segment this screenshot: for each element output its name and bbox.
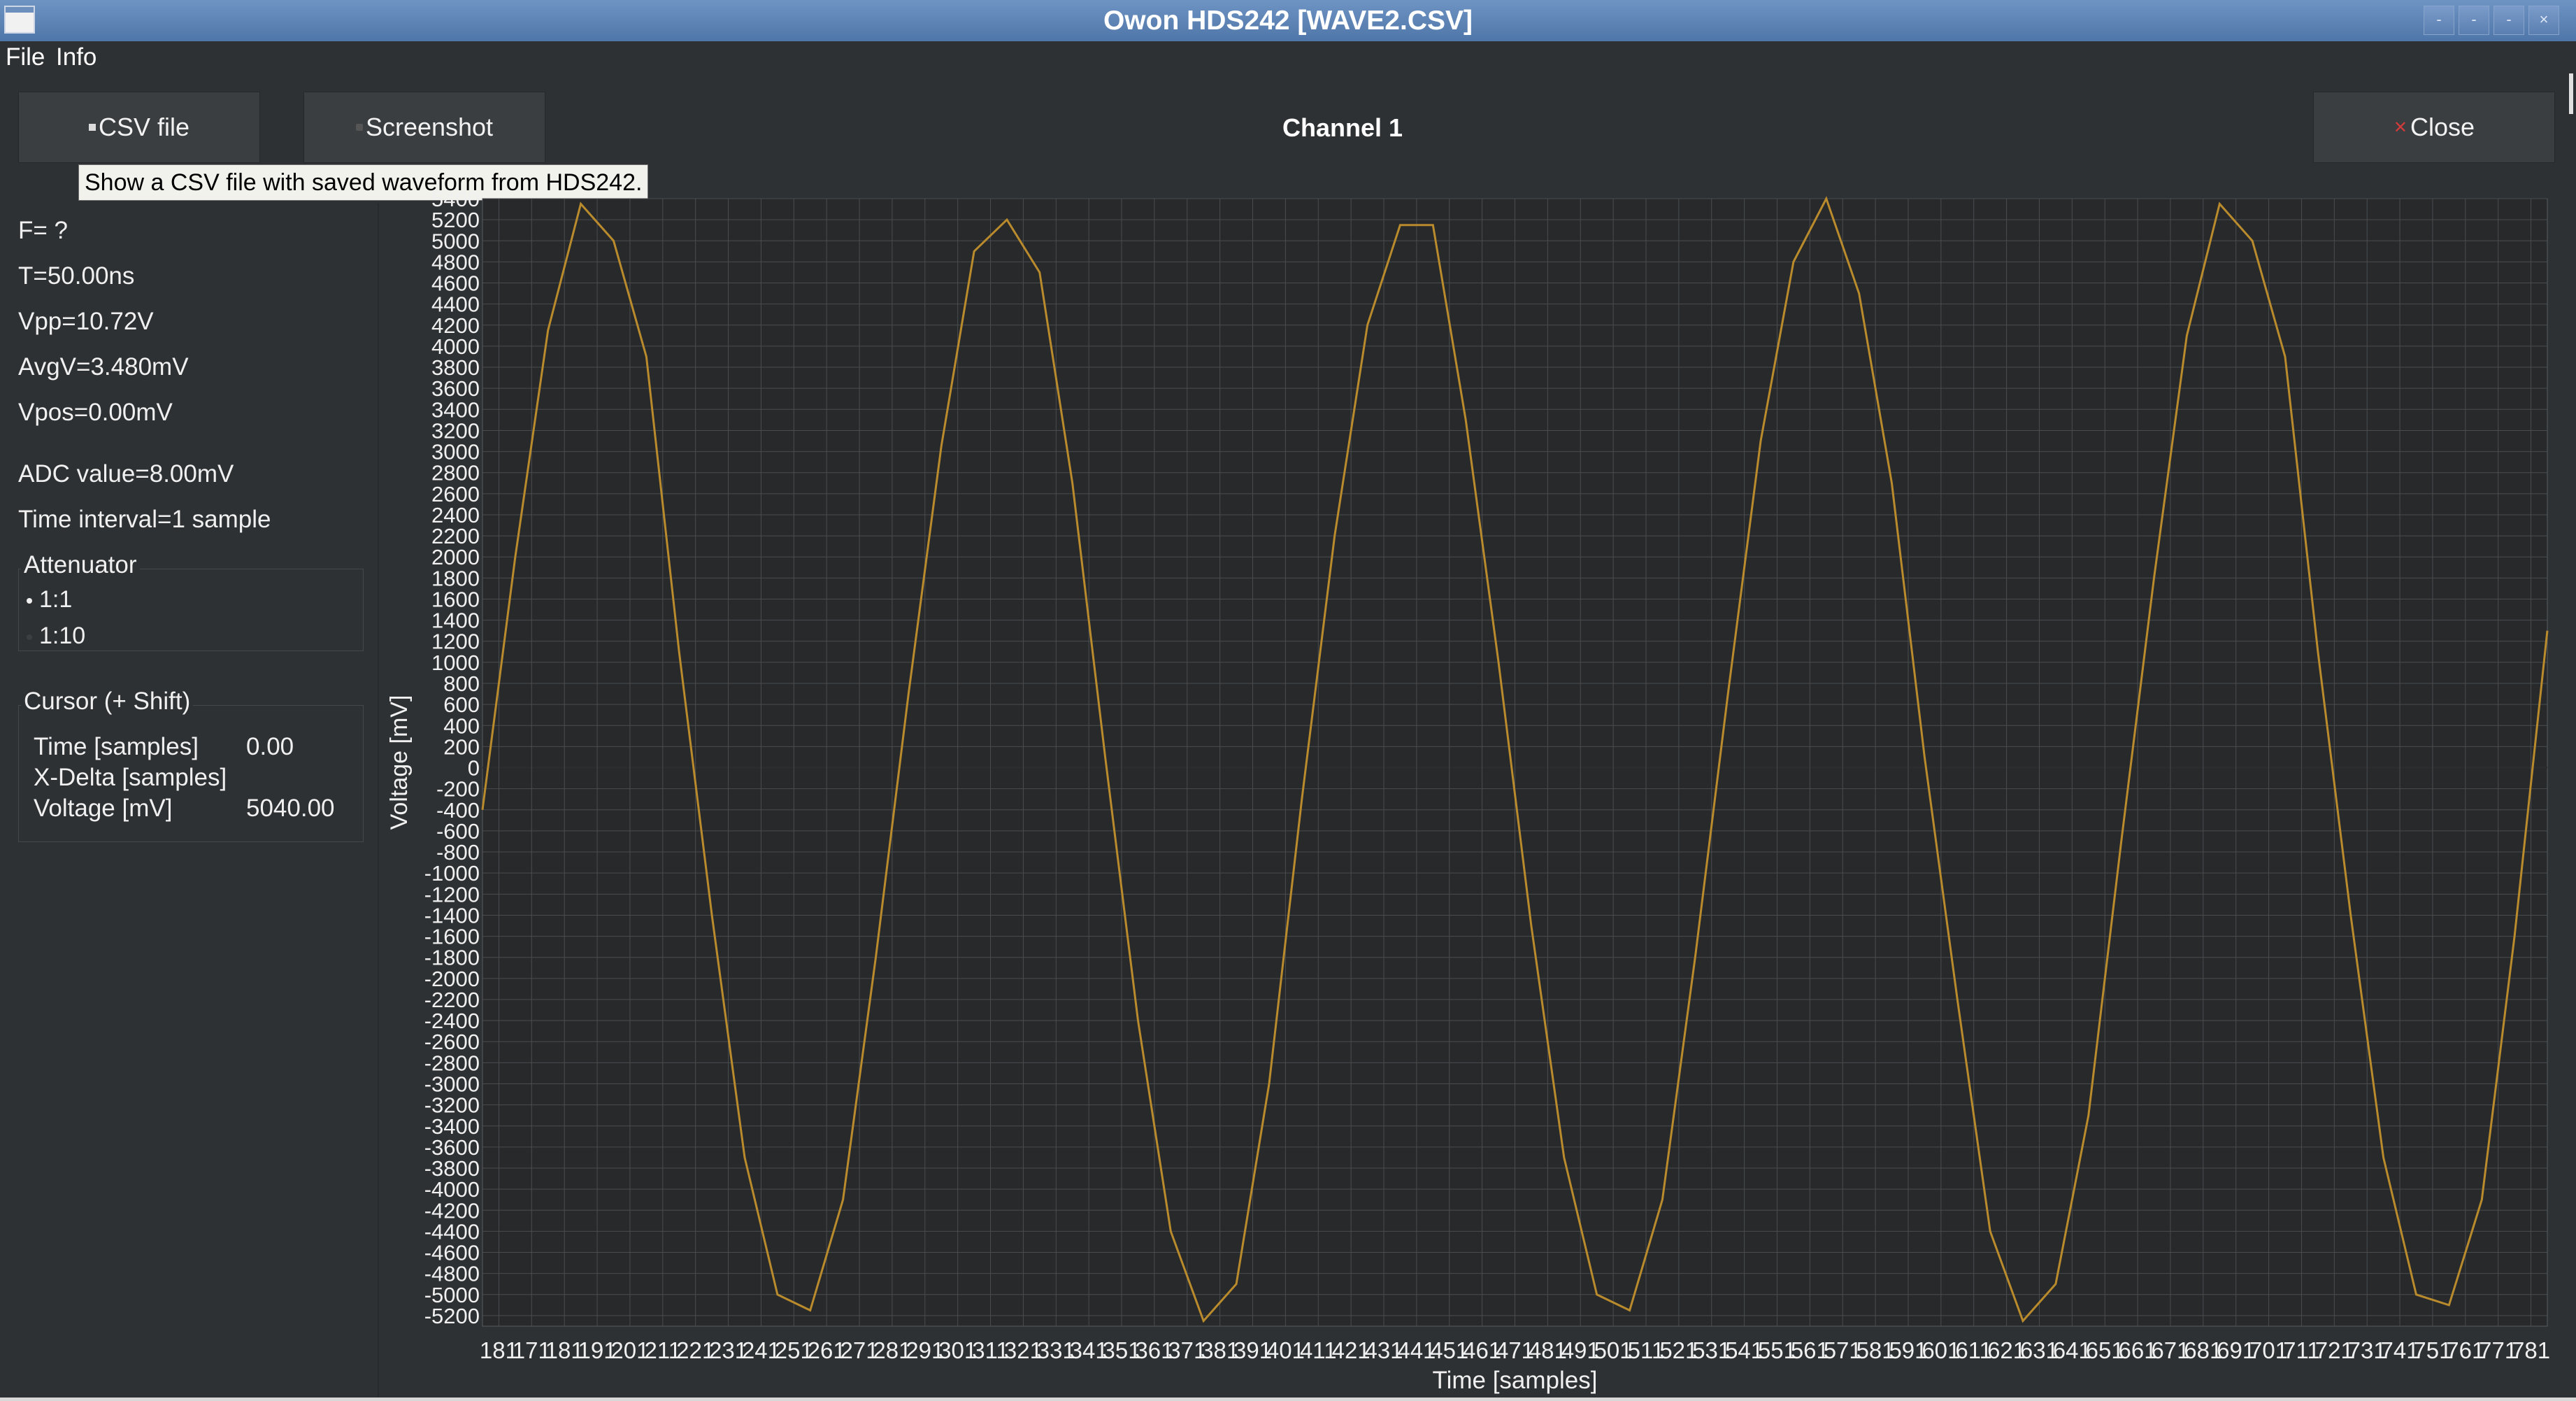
x-tick-label: 401	[1266, 1337, 1305, 1363]
y-tick-label: 5400	[431, 187, 480, 211]
y-tick-label: 4800	[431, 250, 480, 274]
x-axis-label: Time [samples]	[1433, 1367, 1598, 1394]
y-tick-label: -5000	[424, 1283, 480, 1307]
y-tick-label: 1600	[431, 587, 480, 611]
y-tick-label: -2400	[424, 1009, 480, 1033]
y-tick-label: 2200	[431, 524, 480, 548]
y-tick-label: 2400	[431, 503, 480, 527]
x-tick-label: 701	[2249, 1337, 2288, 1363]
y-tick-label: -800	[436, 840, 480, 865]
y-tick-label: 4400	[431, 292, 480, 317]
y-tick-label: 5200	[431, 208, 480, 232]
y-tick-label: -4000	[424, 1177, 480, 1202]
y-tick-label: 400	[443, 713, 480, 738]
y-tick-label: -2000	[424, 967, 480, 991]
y-tick-label: 4000	[431, 334, 480, 359]
y-tick-label: -1600	[424, 925, 480, 949]
y-tick-label: 3200	[431, 418, 480, 443]
y-tick-label: 1400	[431, 609, 480, 633]
y-tick-label: 3600	[431, 376, 480, 401]
y-tick-label: -2800	[424, 1051, 480, 1075]
y-tick-label: -4600	[424, 1241, 480, 1265]
y-tick-label: -200	[436, 777, 480, 802]
y-tick-label: 1800	[431, 566, 480, 590]
y-tick-label: 3000	[431, 440, 480, 464]
y-tick-label: -400	[436, 798, 480, 823]
y-tick-label: -5200	[424, 1304, 480, 1328]
y-tick-label: -1200	[424, 882, 480, 906]
y-tick-label: -1000	[424, 861, 480, 886]
y-tick-label: -4200	[424, 1198, 480, 1223]
y-axis-label: Voltage [mV]	[386, 695, 413, 830]
y-tick-label: 1000	[431, 650, 480, 675]
waveform-chart[interactable]: -5200-5000-4800-4600-4400-4200-4000-3800…	[0, 0, 2576, 1401]
x-tick-label: 781	[2512, 1337, 2550, 1363]
y-tick-label: -4800	[424, 1262, 480, 1286]
y-tick-label: 3800	[431, 355, 480, 380]
y-tick-label: -3000	[424, 1072, 480, 1096]
y-tick-label: -4400	[424, 1219, 480, 1244]
x-tick-label: 301	[938, 1337, 977, 1363]
y-tick-label: 5000	[431, 229, 480, 253]
y-tick-label: -1400	[424, 903, 480, 927]
y-tick-label: -2600	[424, 1030, 480, 1054]
y-tick-label: 2600	[431, 482, 480, 506]
y-tick-label: 2000	[431, 545, 480, 569]
y-tick-label: -3600	[424, 1135, 480, 1160]
y-tick-label: -600	[436, 819, 480, 844]
x-tick-label: 601	[1922, 1337, 1960, 1363]
y-tick-label: 4200	[431, 313, 480, 338]
x-tick-label: 201	[610, 1337, 649, 1363]
y-tick-label: -2200	[424, 988, 480, 1012]
y-tick-label: 600	[443, 692, 480, 717]
status-strip	[0, 1398, 2576, 1401]
x-tick-label: 501	[1594, 1337, 1633, 1363]
y-tick-label: -1800	[424, 946, 480, 970]
y-tick-label: 3400	[431, 397, 480, 422]
y-tick-label: 1200	[431, 630, 480, 654]
y-tick-label: 800	[443, 671, 480, 696]
y-tick-label: -3200	[424, 1093, 480, 1118]
y-tick-label: -3800	[424, 1156, 480, 1181]
y-tick-label: -3400	[424, 1114, 480, 1139]
y-tick-label: 0	[468, 756, 480, 781]
y-tick-label: 200	[443, 734, 480, 759]
y-tick-label: 2800	[431, 461, 480, 485]
y-tick-label: 4600	[431, 271, 480, 296]
